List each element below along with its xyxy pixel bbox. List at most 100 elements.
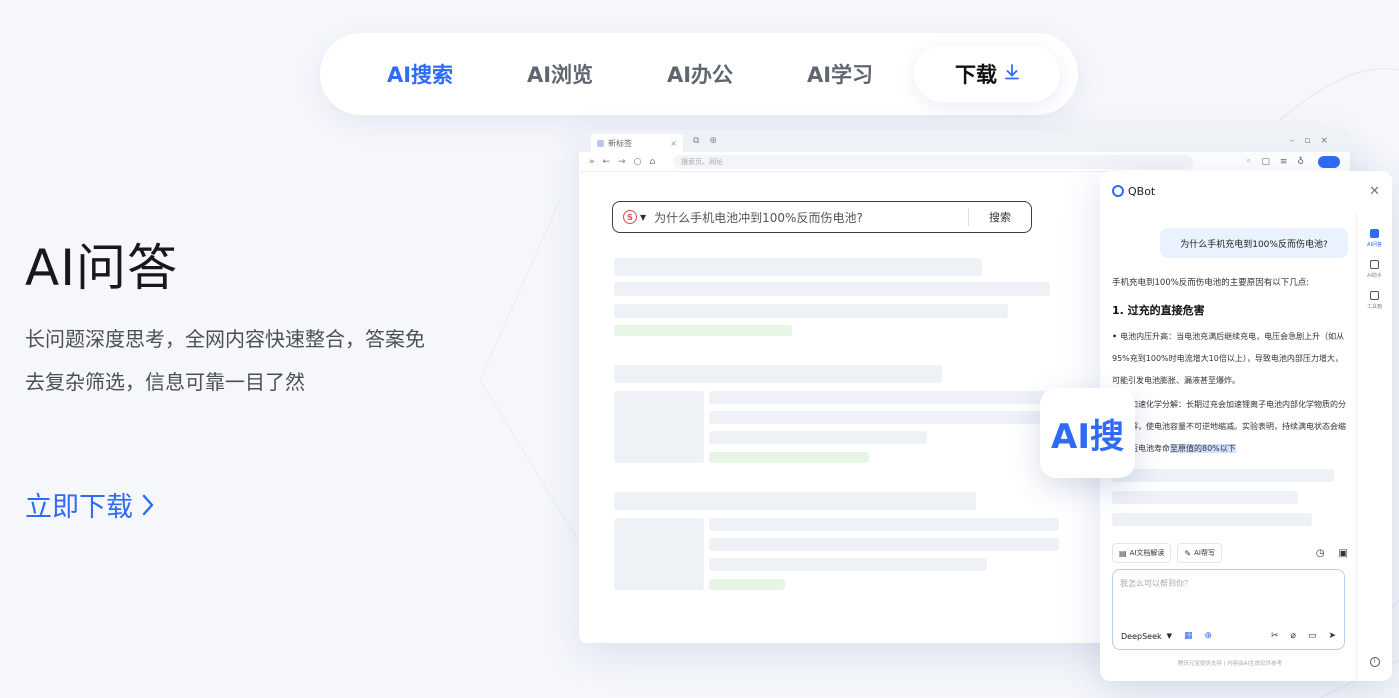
answer-point-text: 电池内压升高：当电池充满后继续充电，电压会急剧上升（如从95%充到100%时电流…: [1112, 332, 1345, 385]
sogou-logo-icon: S: [623, 210, 637, 224]
settings-icon[interactable]: ⊕: [709, 136, 717, 146]
model-selector[interactable]: DeepSeek ▼: [1121, 632, 1172, 641]
skeleton-line: [614, 325, 792, 336]
pen-icon: ✎: [1184, 548, 1192, 558]
toolbox-icon: [1369, 291, 1379, 300]
model-name: DeepSeek: [1121, 631, 1162, 641]
answer-heading: 1. 过充的直接危害: [1112, 304, 1205, 317]
browser-tab-title: 新标签: [608, 138, 632, 148]
tab-ai-study[interactable]: AI学习: [770, 59, 910, 89]
chevron-right-icon: [142, 494, 154, 515]
new-tab-icon[interactable]: ⧉: [693, 136, 699, 146]
answer-intro: 手机充电到100%反而伤电池的主要原因有以下几点:: [1112, 278, 1310, 288]
skeleton-line: [709, 391, 1059, 404]
toolbar-icons[interactable]: ◦▢≡♁: [1246, 157, 1314, 167]
caret-down-icon[interactable]: ▼: [640, 213, 646, 222]
skeleton-thumb: [614, 391, 704, 463]
user-message: 为什么手机充电到100%反而伤电池?: [1160, 228, 1348, 258]
attachment-icon[interactable]: ⌀: [1291, 631, 1296, 641]
send-icon[interactable]: ➤: [1328, 631, 1336, 641]
qbot-title: QBot: [1128, 184, 1156, 198]
download-now-label: 立即下载: [25, 492, 133, 523]
highlighted-text: 至原值的80%以下: [1170, 444, 1236, 453]
tab-ai-office[interactable]: AI办公: [630, 59, 770, 89]
answer-point: • 电池内压升高：当电池充满后继续充电，电压会急剧上升（如从95%充到100%时电…: [1112, 326, 1348, 392]
search-button[interactable]: 搜索: [989, 209, 1011, 225]
download-label: 下载: [955, 63, 997, 87]
skeleton-line: [709, 411, 1059, 424]
ai-toggle-icon[interactable]: [1318, 155, 1340, 168]
deep-think-icon[interactable]: ▦: [1184, 631, 1193, 641]
qbot-panel: QBot ✕ AI问答 AI助手 工具箱 ! 为什么手机充电到100%反而伤电池…: [1100, 171, 1392, 681]
hero-title: AI问答: [25, 239, 178, 297]
download-now-link[interactable]: 立即下载: [25, 485, 155, 524]
hero-description-line1: 长问题深度思考，全网内容快速整合，答案免: [25, 327, 425, 351]
qbot-sidebar: AI问答 AI助手 工具箱 !: [1356, 211, 1392, 681]
download-button[interactable]: 下载: [914, 46, 1060, 102]
tool-label: AI帮写: [1194, 549, 1215, 557]
qbot-logo-icon: [1112, 185, 1124, 197]
search-query[interactable]: 为什么手机电池冲到100%反而伤电池?: [654, 209, 863, 226]
ai-doc-reader-button[interactable]: ▤ AI文档解读: [1112, 543, 1172, 563]
window-controls-icon[interactable]: –▫×: [1290, 136, 1338, 146]
history-icon[interactable]: ◷: [1316, 548, 1325, 559]
chat-icon: [1370, 229, 1379, 238]
caret-down-icon: ▼: [1166, 632, 1173, 640]
sidebar-item-toolbox[interactable]: 工具箱: [1367, 291, 1382, 310]
sidebar-item-ai-assistant[interactable]: AI助手: [1367, 260, 1382, 279]
skeleton-line: [709, 579, 785, 590]
skeleton-line: [709, 518, 1059, 531]
skeleton-line: [1112, 513, 1312, 526]
browser-tabbar: 新标签 × ⧉ ⊕ –▫×: [579, 130, 1350, 152]
chat-input-placeholder[interactable]: 我怎么可以帮到你？: [1120, 578, 1192, 589]
hero-description-line2: 去复杂筛选，信息可靠一目了然: [25, 370, 305, 394]
screenshot-icon[interactable]: ▭: [1308, 631, 1317, 641]
tool-label: AI文档解读: [1129, 549, 1165, 557]
sidebar-item-label: AI助手: [1367, 273, 1382, 279]
skeleton-line: [614, 492, 976, 510]
download-arrow-icon: [1005, 63, 1019, 85]
skeleton-line: [614, 304, 1008, 318]
ai-search-bubble[interactable]: AI搜: [1040, 388, 1135, 478]
chat-input-box[interactable]: 我怎么可以帮到你？ DeepSeek ▼ ▦ ⊕ ✂ ⌀ ▭ ➤: [1112, 569, 1345, 650]
browser-tab[interactable]: 新标签 ×: [591, 134, 683, 152]
sidebar-item-ai-qa[interactable]: AI问答: [1367, 229, 1382, 248]
skeleton-line: [614, 365, 942, 383]
browser-address-bar: »←→○⌂ 搜索页、网址 ◦▢≡♁: [579, 152, 1350, 172]
sidebar-item-label: 工具箱: [1366, 304, 1382, 310]
qbot-header: QBot ✕: [1100, 171, 1392, 211]
navigation-arrows-icon[interactable]: »←→○⌂: [589, 157, 663, 167]
top-nav: AI搜索 AI浏览 AI办公 AI学习 下载: [320, 33, 1078, 115]
web-search-icon[interactable]: ⊕: [1205, 631, 1213, 641]
sidebar-item-label: AI问答: [1367, 242, 1382, 248]
skeleton-line: [709, 452, 869, 463]
skeleton-line: [1112, 491, 1298, 504]
skeleton-line: [614, 258, 982, 276]
new-chat-icon[interactable]: ▣: [1339, 548, 1348, 559]
ai-writer-button[interactable]: ✎ AI帮写: [1177, 543, 1222, 563]
tab-close-icon[interactable]: ×: [670, 139, 677, 148]
qbot-footer: 腾讯元宝提供支持 | 内容由AI生成仅供参考: [1177, 661, 1283, 667]
answer-point-text: 加速化学分解：长期过充会加速锂离子电池内部化学物质的分解，使电池容量不可逆地缩减…: [1130, 400, 1346, 453]
document-icon: ▤: [1119, 548, 1127, 558]
search-divider: [968, 208, 969, 226]
address-input[interactable]: 搜索页、网址: [673, 154, 1194, 169]
skeleton-line: [614, 282, 1050, 296]
bullet-icon: •: [1112, 332, 1118, 341]
skeleton-line: [1112, 469, 1334, 482]
assistant-icon: [1370, 260, 1379, 269]
skeleton-line: [709, 538, 1059, 551]
skeleton-thumb: [614, 518, 704, 590]
qbot-conversation: 为什么手机充电到100%反而伤电池? 手机充电到100%反而伤电池的主要原因有以…: [1112, 211, 1348, 526]
info-icon[interactable]: !: [1369, 657, 1380, 667]
skeleton-line: [709, 431, 927, 444]
tab-ai-search[interactable]: AI搜索: [350, 59, 490, 89]
tab-favicon-icon: [597, 139, 604, 147]
close-icon[interactable]: ✕: [1369, 184, 1380, 199]
skeleton-line: [709, 558, 987, 571]
qbot-toolbar: ▤ AI文档解读 ✎ AI帮写 ◷ ▣: [1112, 543, 1348, 563]
scissors-icon[interactable]: ✂: [1271, 631, 1279, 641]
search-box[interactable]: S ▼ 为什么手机电池冲到100%反而伤电池? 搜索: [612, 201, 1032, 233]
hero-description: 长问题深度思考，全网内容快速整合，答案免 去复杂筛选，信息可靠一目了然: [25, 318, 475, 404]
tab-ai-browse[interactable]: AI浏览: [490, 59, 630, 89]
